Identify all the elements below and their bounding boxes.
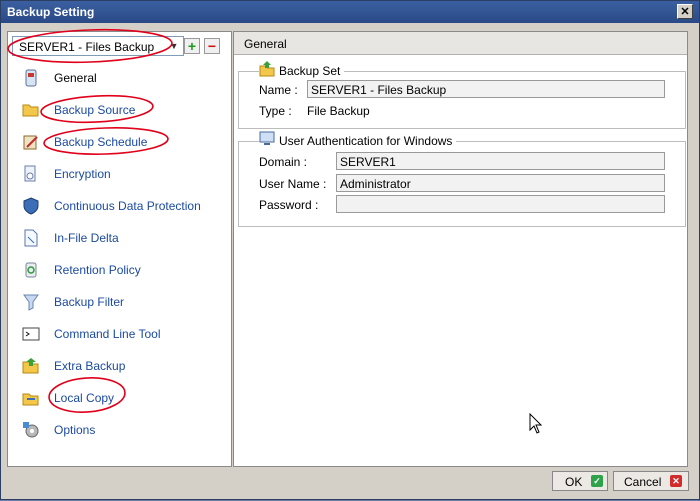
backup-setting-dialog: Backup Setting ✕ SERVER1 - Files Backup … [0, 0, 700, 500]
annotation-local-copy-circle [48, 377, 126, 413]
annotation-backup-source-circle [40, 94, 154, 124]
annotation-overlay [7, 28, 173, 413]
annotation-backup-schedule-circle [43, 127, 169, 155]
annotation-backup-set-circle [7, 28, 173, 64]
